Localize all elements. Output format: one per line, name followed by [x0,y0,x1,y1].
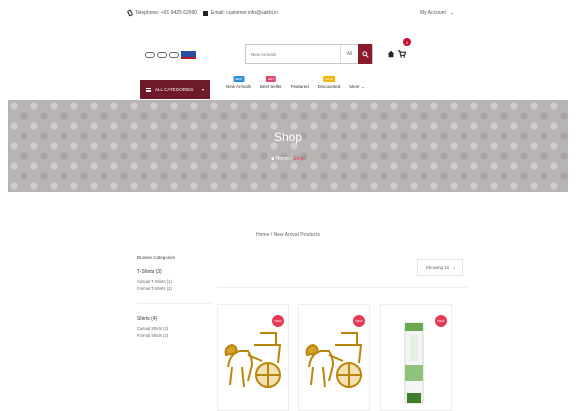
search-input[interactable] [246,45,340,63]
search-button[interactable] [358,44,372,64]
cart-count-badge: 0 [403,38,411,46]
page: Telephone: +91 9425 62990 Email: custome… [0,0,576,411]
menu-icon [146,87,151,92]
nav-new-arrivals[interactable]: NEW New Arrivals [226,76,251,90]
chevron-down-icon: ⌄ [360,84,365,89]
product-card[interactable]: NEW [380,304,452,411]
nav-badge: NEW [233,76,244,82]
top-email[interactable]: Email: customer.info@sakhi.in [203,10,278,16]
all-categories-button[interactable]: ALL CATEGORIES ▾ [140,80,210,99]
home-icon: ■ [271,156,275,162]
search-bar: All [245,44,373,64]
home-icon[interactable] [387,50,395,58]
banner-breadcrumb: ■ Home / Shop [0,156,576,162]
nav-label: Best Seller [260,84,282,89]
sort-select[interactable]: Showing 15 ⌄ [417,259,463,276]
main-nav: NEW New Arrivals HOT Best Seller Feature… [226,76,365,90]
account-label: My Account [420,10,446,16]
cart-icon[interactable] [397,49,406,58]
sidebar-category-tshirts[interactable]: T-Shirts (3) [137,269,207,275]
logo-glasses-icon [169,52,179,58]
phone-icon [126,9,134,17]
product-card[interactable]: NEW [298,304,370,411]
nav-label: More [349,84,360,89]
search-icon [361,50,369,58]
sort-value: Showing 15 [425,265,450,270]
chevron-down-icon: ▾ [201,87,204,92]
divider [217,287,467,288]
breadcrumb-current: Shop [293,156,305,162]
sidebar-subcategory[interactable]: Formal T-Shirts (2) [137,286,207,291]
top-phone-text: Telephone: +91 9425 62990 [135,10,198,16]
nav-badge: HOT [265,76,277,82]
sidebar-subcategory[interactable]: Casual T-Shirts (1) [137,279,207,284]
search-category-select[interactable]: All [340,45,358,63]
sidebar-heading: Browse Categories [137,255,176,260]
account-dropdown[interactable]: My Account ⌄ [420,10,454,16]
nav-label: Featured [290,84,309,89]
top-email-text: Email: customer.info@sakhi.in [211,10,279,16]
nav-label: Discounted [317,84,341,89]
site-logo[interactable] [145,48,205,62]
nav-featured[interactable]: Featured [291,76,309,90]
search-category-value: All [346,51,353,57]
nav-label: New Arrivals [226,84,252,89]
logo-glasses-icon [157,52,167,58]
new-badge: NEW [272,315,284,327]
chevron-down-icon: ⌄ [449,10,455,16]
logo-glasses-icon [145,52,155,58]
top-phone[interactable]: Telephone: +91 9425 62990 [126,9,198,17]
breadcrumb-home[interactable]: Home [276,156,289,162]
category-sidebar: Browse Categories T-Shirts (3) Casual T-… [137,255,211,340]
top-bar: Telephone: +91 9425 62990 Email: custome… [0,0,576,30]
page-breadcrumb: Home / New Arrival Products [256,232,320,238]
chevron-down-icon: ⌄ [452,264,456,270]
sidebar-category-shirts[interactable]: Shirts (4) [137,316,207,322]
nav-best-seller[interactable]: HOT Best Seller [260,76,282,90]
mail-icon [203,10,208,16]
banner-title: Shop [273,130,303,144]
new-badge: NEW [435,315,447,327]
nav-badge: SALE [323,76,335,82]
sidebar-divider [137,303,211,304]
hero-banner [8,100,568,192]
all-categories-label: ALL CATEGORIES [155,87,194,92]
breadcrumb-separator: / [290,156,292,162]
sidebar-subcategory[interactable]: Casual Shirts (2) [137,326,207,331]
sidebar-subcategory[interactable]: Formal Shirts (2) [137,333,207,338]
nav-discounted[interactable]: SALE Discounted [317,76,341,90]
logo-flag-icon [181,51,196,59]
nav-more[interactable]: More ⌄ [349,76,364,90]
product-card[interactable]: NEW [217,304,289,411]
new-badge: NEW [353,315,365,327]
